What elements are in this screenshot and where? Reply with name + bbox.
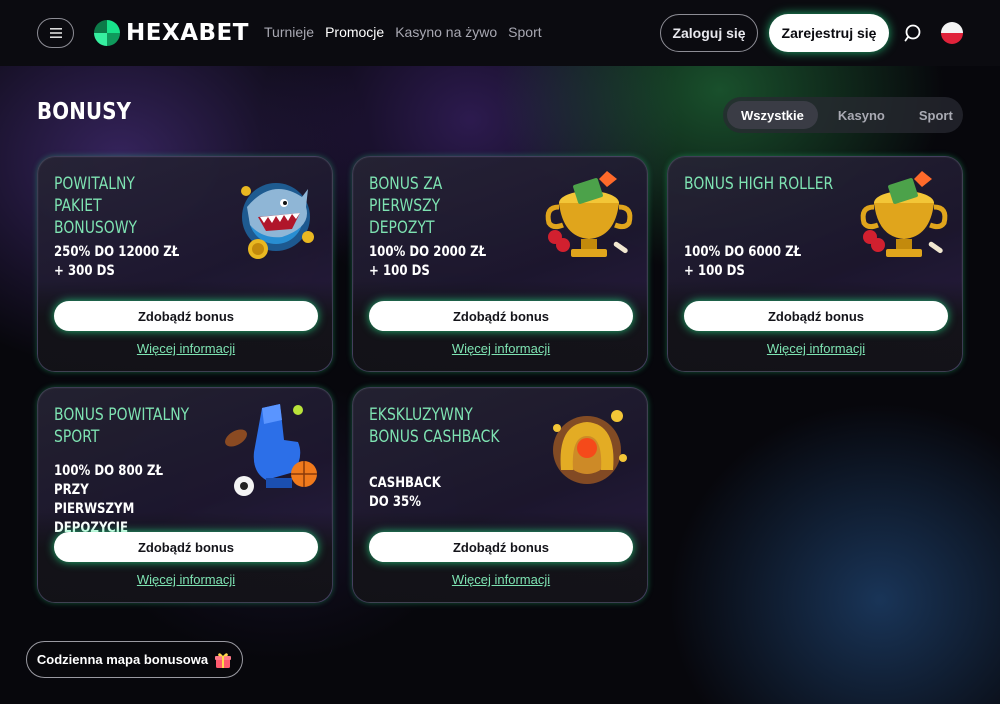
bonus-description: 100% DO 800 ZŁ PRZY PIERWSZYM DEPOZYCIE (54, 463, 164, 536)
bonus-card: BONUS ZA PIERWSZY DEPOZYT 100% DO 2000 Z… (352, 156, 648, 372)
horseshoe-icon (553, 410, 627, 484)
bonus-card: BONUS POWITALNY SPORT 100% DO 800 ZŁ PRZ… (37, 387, 333, 603)
top-header: HEXABET Turnieje Promocje Kasyno na żywo… (0, 0, 1000, 66)
nav-turnieje[interactable]: Turnieje (264, 24, 314, 40)
brand-name: HEXABET (126, 20, 249, 46)
bonus-description: CASHBACK DO 35% (369, 475, 441, 510)
daily-bonus-map-button[interactable]: Codzienna mapa bonusowa (26, 641, 243, 678)
page-title: BONUSY (37, 99, 132, 125)
trophy-icon (860, 171, 948, 257)
bonus-title: BONUS HIGH ROLLER (684, 174, 834, 194)
flag-pl-icon[interactable] (941, 22, 963, 44)
register-button[interactable]: Zarejestruj się (769, 14, 889, 52)
nav-kasyno-na-zywo[interactable]: Kasyno na żywo (395, 24, 497, 40)
bonus-card: BONUS HIGH ROLLER 100% DO 6000 ZŁ + 100 … (667, 156, 963, 372)
more-info-link[interactable]: Więcej informacji (38, 341, 332, 356)
bonus-title: BONUS POWITALNY SPORT (54, 405, 190, 447)
bonus-title: POWITALNY PAKIET BONUSOWY (54, 174, 138, 238)
shark-icon (241, 183, 314, 259)
bonus-title: BONUS ZA PIERWSZY DEPOZYT (369, 174, 443, 238)
gift-icon (215, 652, 232, 668)
filter-sport[interactable]: Sport (905, 101, 967, 129)
bonus-description: 100% DO 6000 ZŁ + 100 DS (684, 244, 802, 279)
hexabet-logo-icon (94, 20, 120, 46)
search-icon[interactable] (904, 23, 924, 43)
brand-logo[interactable]: HEXABET (94, 19, 249, 47)
more-info-link[interactable]: Więcej informacji (353, 341, 647, 356)
bonus-card: POWITALNY PAKIET BONUSOWY 250% DO 12000 … (37, 156, 333, 372)
filter-kasyno[interactable]: Kasyno (824, 101, 899, 129)
nav-sport[interactable]: Sport (508, 24, 541, 40)
claim-bonus-button[interactable]: Zdobądź bonus (684, 301, 948, 331)
claim-bonus-button[interactable]: Zdobądź bonus (369, 532, 633, 562)
claim-bonus-button[interactable]: Zdobądź bonus (369, 301, 633, 331)
nav-promocje[interactable]: Promocje (325, 24, 384, 40)
bonus-card: EKSKLUZYWNY BONUS CASHBACK CASHBACK DO 3… (352, 387, 648, 603)
bonus-filter-tabs: Wszystkie Kasyno Sport (723, 97, 963, 133)
main-nav: Turnieje Promocje Kasyno na żywo Sport (264, 24, 542, 40)
claim-bonus-button[interactable]: Zdobądź bonus (54, 301, 318, 331)
daily-bonus-map-label: Codzienna mapa bonusowa (36, 652, 209, 667)
menu-button[interactable] (37, 18, 74, 48)
foam-finger-icon (225, 404, 317, 496)
trophy-icon (545, 171, 633, 257)
bonus-title: EKSKLUZYWNY BONUS CASHBACK (369, 405, 500, 447)
bonus-description: 100% DO 2000 ZŁ + 100 DS (369, 244, 487, 279)
more-info-link[interactable]: Więcej informacji (353, 572, 647, 587)
more-info-link[interactable]: Więcej informacji (38, 572, 332, 587)
filter-wszystkie[interactable]: Wszystkie (727, 101, 818, 129)
claim-bonus-button[interactable]: Zdobądź bonus (54, 532, 318, 562)
login-button[interactable]: Zaloguj się (660, 14, 758, 52)
more-info-link[interactable]: Więcej informacji (668, 341, 962, 356)
bonus-description: 250% DO 12000 ZŁ + 300 DS (54, 244, 180, 279)
hamburger-icon (49, 28, 62, 38)
